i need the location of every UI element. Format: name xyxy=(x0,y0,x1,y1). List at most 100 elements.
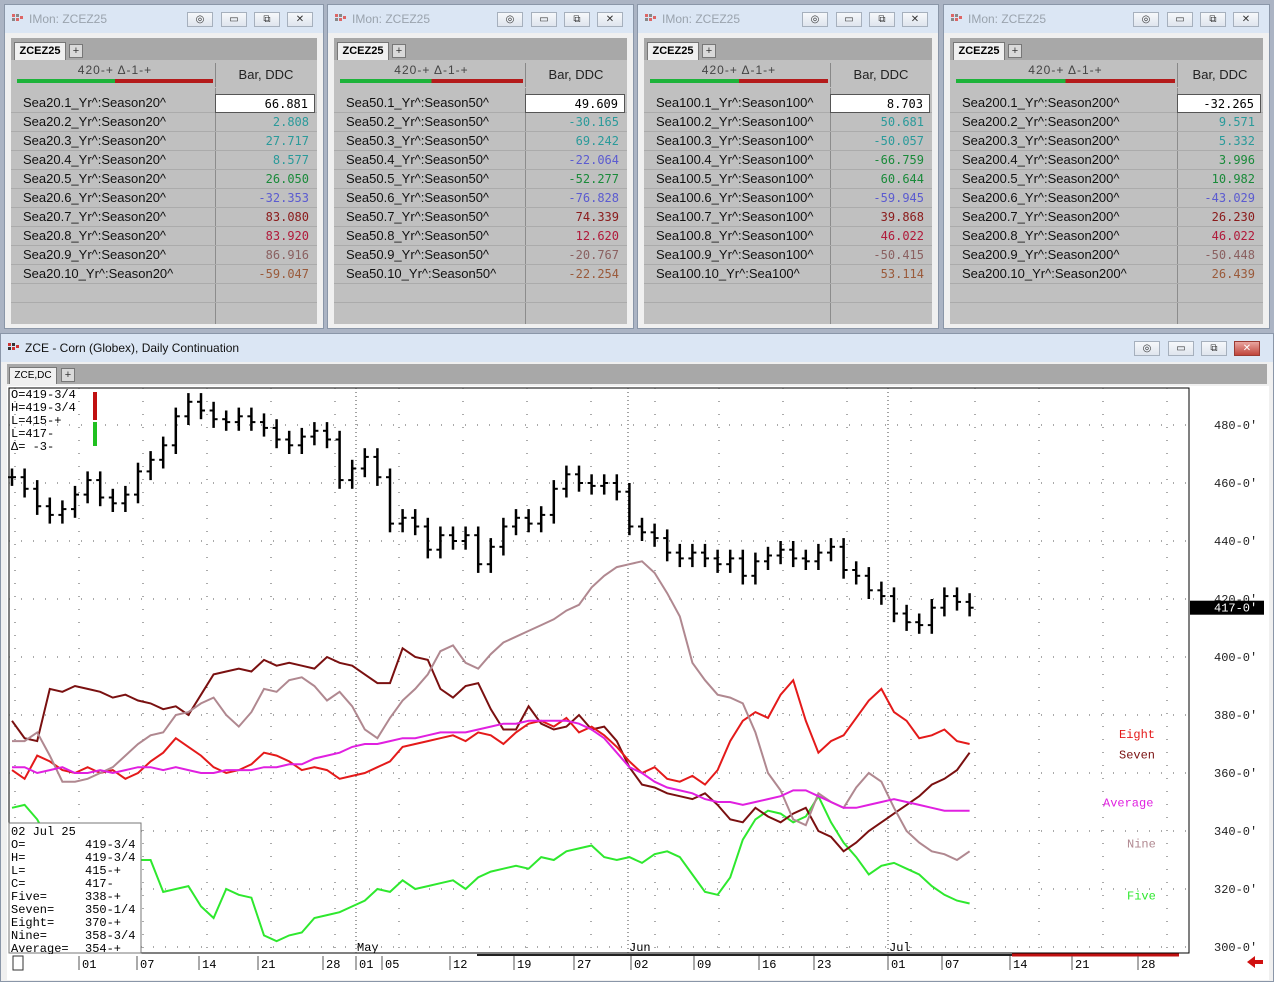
tab-zcez25[interactable]: ZCEZ25 xyxy=(337,42,389,60)
price-chart[interactable]: 480-0'460-0'440-0'420-0'400-0'380-0'360-… xyxy=(7,386,1269,980)
row-value[interactable]: 69.242 xyxy=(525,132,625,151)
monitor-row[interactable]: Sea50.9_Yr^:Season50^ -20.767 xyxy=(334,246,627,265)
row-value[interactable]: -66.759 xyxy=(830,151,930,170)
row-value[interactable]: -22.064 xyxy=(525,151,625,170)
monitor-row[interactable]: Sea50.2_Yr^:Season50^ -30.165 xyxy=(334,113,627,132)
row-value[interactable]: 9.571 xyxy=(1177,113,1261,132)
minimize-button[interactable]: ▭ xyxy=(1168,341,1194,356)
monitor-row[interactable]: Sea50.10_Yr^:Season50^ -22.254 xyxy=(334,265,627,284)
monitor-title-bar[interactable]: IMon: ZCEZ25 ◎ ▭ ⧉ ✕ xyxy=(328,5,633,33)
monitor-row[interactable]: Sea100.9_Yr^:Season100^ -50.415 xyxy=(644,246,932,265)
row-value[interactable]: 39.868 xyxy=(830,208,930,227)
row-value[interactable]: 26.230 xyxy=(1177,208,1261,227)
column-header-symbol[interactable]: 420-+ Δ-1-+ xyxy=(956,63,1175,87)
row-value[interactable]: 66.881 xyxy=(215,94,315,113)
close-button[interactable]: ✕ xyxy=(287,12,313,27)
row-value[interactable]: 83.920 xyxy=(215,227,315,246)
monitor-row[interactable]: Sea20.5_Yr^:Season20^ 26.050 xyxy=(11,170,317,189)
column-header-bar-ddc[interactable]: Bar, DDC xyxy=(830,63,931,87)
close-button[interactable]: ✕ xyxy=(597,12,623,27)
add-tab-button[interactable]: + xyxy=(1008,44,1022,58)
maximize-button[interactable]: ⧉ xyxy=(1200,12,1226,27)
monitor-title-bar[interactable]: IMon: ZCEZ25 ◎ ▭ ⧉ ✕ xyxy=(944,5,1269,33)
add-tab-button[interactable]: + xyxy=(61,368,75,382)
monitor-row[interactable]: Sea50.7_Yr^:Season50^ 74.339 xyxy=(334,208,627,227)
monitor-row[interactable]: Sea200.1_Yr^:Season200^ -32.265 xyxy=(950,94,1263,113)
row-value[interactable]: -20.767 xyxy=(525,246,625,265)
row-value[interactable]: 60.644 xyxy=(830,170,930,189)
maximize-button[interactable]: ⧉ xyxy=(869,12,895,27)
tab-zcez25[interactable]: ZCEZ25 xyxy=(647,42,699,60)
minimize-button[interactable]: ▭ xyxy=(221,12,247,27)
row-value[interactable]: 8.577 xyxy=(215,151,315,170)
row-value[interactable]: 8.703 xyxy=(830,94,930,113)
row-value[interactable]: -52.277 xyxy=(525,170,625,189)
monitor-row[interactable]: Sea200.7_Yr^:Season200^ 26.230 xyxy=(950,208,1263,227)
monitor-title-bar[interactable]: IMon: ZCEZ25 ◎ ▭ ⧉ ✕ xyxy=(5,5,323,33)
row-value[interactable]: -43.029 xyxy=(1177,189,1261,208)
row-value[interactable]: -32.353 xyxy=(215,189,315,208)
row-value[interactable]: 5.332 xyxy=(1177,132,1261,151)
column-header-symbol[interactable]: 420-+ Δ-1-+ xyxy=(650,63,828,87)
row-value[interactable]: 50.681 xyxy=(830,113,930,132)
row-value[interactable]: 10.982 xyxy=(1177,170,1261,189)
row-value[interactable]: 83.080 xyxy=(215,208,315,227)
row-value[interactable]: 26.439 xyxy=(1177,265,1261,284)
row-value[interactable]: -59.047 xyxy=(215,265,315,284)
add-tab-button[interactable]: + xyxy=(392,44,406,58)
monitor-row[interactable]: Sea50.6_Yr^:Season50^ -76.828 xyxy=(334,189,627,208)
monitor-row[interactable]: Sea50.3_Yr^:Season50^ 69.242 xyxy=(334,132,627,151)
monitor-row[interactable]: Sea200.3_Yr^:Season200^ 5.332 xyxy=(950,132,1263,151)
column-header-bar-ddc[interactable]: Bar, DDC xyxy=(215,63,316,87)
row-value[interactable]: 46.022 xyxy=(830,227,930,246)
row-value[interactable]: 12.620 xyxy=(525,227,625,246)
monitor-row[interactable]: Sea200.9_Yr^:Season200^ -50.448 xyxy=(950,246,1263,265)
monitor-row[interactable]: Sea200.8_Yr^:Season200^ 46.022 xyxy=(950,227,1263,246)
minimize-button[interactable]: ▭ xyxy=(1167,12,1193,27)
monitor-row[interactable]: Sea20.9_Yr^:Season20^ 86.916 xyxy=(11,246,317,265)
column-header-bar-ddc[interactable]: Bar, DDC xyxy=(1177,63,1262,87)
tab-zce-dc[interactable]: ZCE,DC xyxy=(9,367,57,384)
row-value[interactable]: 49.609 xyxy=(525,94,625,113)
monitor-row[interactable]: Sea100.8_Yr^:Season100^ 46.022 xyxy=(644,227,932,246)
row-value[interactable]: 53.114 xyxy=(830,265,930,284)
row-value[interactable]: 27.717 xyxy=(215,132,315,151)
row-value[interactable]: 74.339 xyxy=(525,208,625,227)
monitor-row[interactable]: Sea200.10_Yr^:Season200^ 26.439 xyxy=(950,265,1263,284)
monitor-row[interactable]: Sea200.6_Yr^:Season200^ -43.029 xyxy=(950,189,1263,208)
monitor-row[interactable]: Sea50.8_Yr^:Season50^ 12.620 xyxy=(334,227,627,246)
row-value[interactable]: -32.265 xyxy=(1177,94,1261,113)
monitor-row[interactable]: Sea20.3_Yr^:Season20^ 27.717 xyxy=(11,132,317,151)
add-tab-button[interactable]: + xyxy=(69,44,83,58)
close-button[interactable]: ✕ xyxy=(1234,341,1260,356)
column-header-symbol[interactable]: 420-+ Δ-1-+ xyxy=(17,63,213,87)
row-value[interactable]: 46.022 xyxy=(1177,227,1261,246)
monitor-row[interactable]: Sea50.5_Yr^:Season50^ -52.277 xyxy=(334,170,627,189)
row-value[interactable]: -22.254 xyxy=(525,265,625,284)
monitor-row[interactable]: Sea20.6_Yr^:Season20^ -32.353 xyxy=(11,189,317,208)
maximize-button[interactable]: ⧉ xyxy=(254,12,280,27)
column-header-symbol[interactable]: 420-+ Δ-1-+ xyxy=(340,63,523,87)
row-value[interactable]: -50.448 xyxy=(1177,246,1261,265)
row-value[interactable]: -50.415 xyxy=(830,246,930,265)
monitor-row[interactable]: Sea100.7_Yr^:Season100^ 39.868 xyxy=(644,208,932,227)
tab-zcez25[interactable]: ZCEZ25 xyxy=(953,42,1005,60)
chart-title-bar[interactable]: ZCE - Corn (Globex), Daily Continuation … xyxy=(1,334,1273,362)
row-value[interactable]: 2.808 xyxy=(215,113,315,132)
link-icon[interactable]: ◎ xyxy=(1133,12,1159,27)
monitor-row[interactable]: Sea100.6_Yr^:Season100^ -59.945 xyxy=(644,189,932,208)
monitor-row[interactable]: Sea20.10_Yr^:Season20^ -59.047 xyxy=(11,265,317,284)
link-icon[interactable]: ◎ xyxy=(1134,341,1160,356)
link-icon[interactable]: ◎ xyxy=(187,12,213,27)
tab-zcez25[interactable]: ZCEZ25 xyxy=(14,42,66,60)
row-value[interactable]: 26.050 xyxy=(215,170,315,189)
monitor-row[interactable]: Sea20.2_Yr^:Season20^ 2.808 xyxy=(11,113,317,132)
monitor-row[interactable]: Sea200.4_Yr^:Season200^ 3.996 xyxy=(950,151,1263,170)
monitor-row[interactable]: Sea100.2_Yr^:Season100^ 50.681 xyxy=(644,113,932,132)
monitor-row[interactable]: Sea20.8_Yr^:Season20^ 83.920 xyxy=(11,227,317,246)
monitor-row[interactable]: Sea100.1_Yr^:Season100^ 8.703 xyxy=(644,94,932,113)
monitor-row[interactable]: Sea100.10_Yr^:Sea100^ 53.114 xyxy=(644,265,932,284)
column-header-bar-ddc[interactable]: Bar, DDC xyxy=(525,63,626,87)
row-value[interactable]: 3.996 xyxy=(1177,151,1261,170)
row-value[interactable]: -30.165 xyxy=(525,113,625,132)
